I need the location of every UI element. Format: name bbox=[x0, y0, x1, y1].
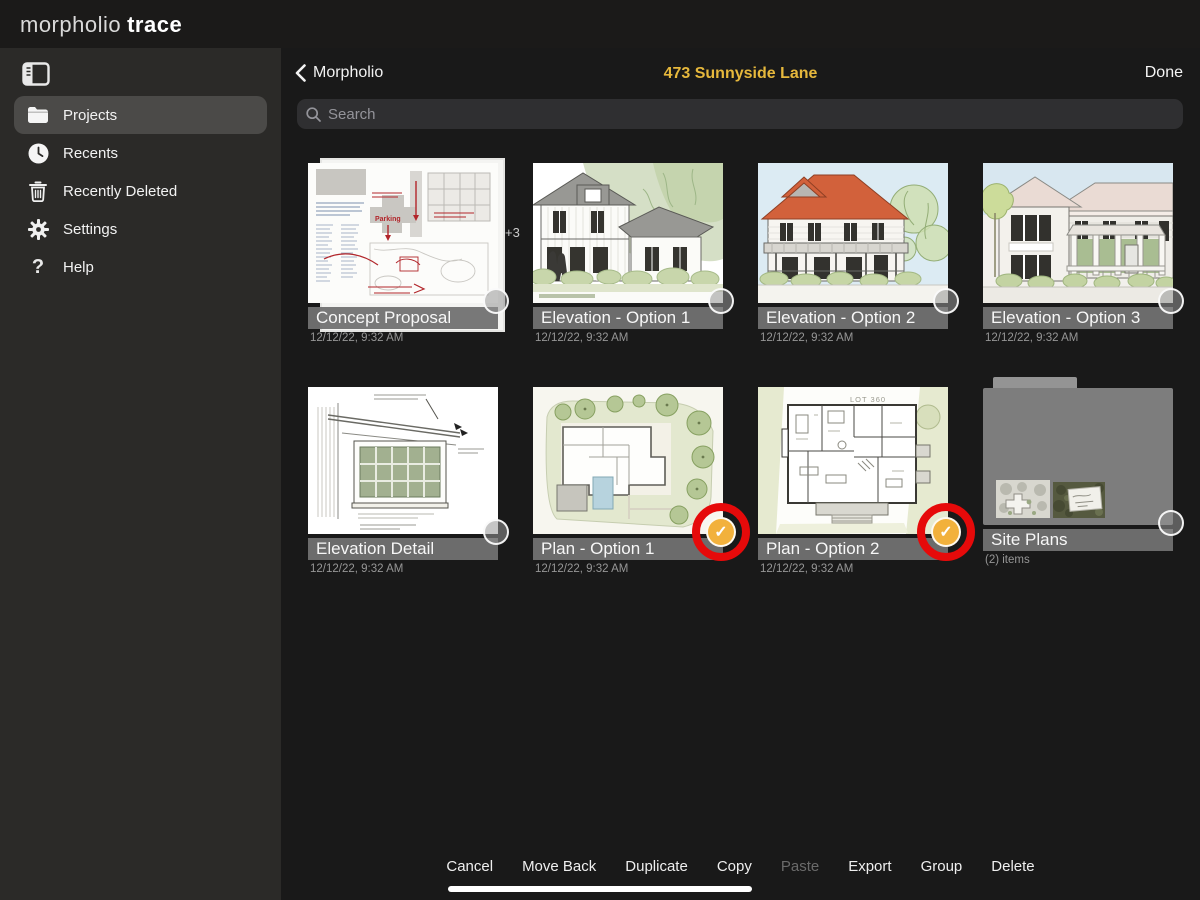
app-logo: morpholio trace bbox=[20, 12, 182, 38]
selection-circle[interactable] bbox=[708, 288, 734, 314]
sidebar-item-settings[interactable]: Settings bbox=[14, 210, 267, 248]
sidebar-item-label: Help bbox=[63, 258, 94, 276]
group-button[interactable]: Group bbox=[921, 858, 963, 875]
search-input[interactable] bbox=[328, 105, 1174, 123]
selection-circle[interactable] bbox=[483, 288, 509, 314]
paste-button[interactable]: Paste bbox=[781, 858, 819, 875]
project-title: Concept Proposal bbox=[308, 307, 498, 329]
project-card-elevation-option-2: Elevation - Option 2 12/12/22, 9:32 AM bbox=[758, 163, 959, 344]
project-card-plan-option-1: ✓ Plan - Option 1 12/12/22, 9:32 AM bbox=[533, 387, 750, 575]
sidebar-item-label: Recents bbox=[63, 144, 119, 162]
project-thumbnail[interactable] bbox=[758, 163, 959, 314]
project-title: Elevation - Option 3 bbox=[983, 307, 1173, 329]
brand-morpholio: morpholio bbox=[20, 12, 122, 37]
project-date: 12/12/22, 9:32 AM bbox=[985, 332, 1079, 344]
folder-thumbnail[interactable] bbox=[983, 388, 1184, 536]
done-button[interactable]: Done bbox=[1145, 64, 1183, 82]
project-card-site-plans: Site Plans (2) items bbox=[983, 377, 1184, 566]
project-title: Elevation Detail bbox=[308, 538, 498, 560]
home-indicator[interactable] bbox=[448, 886, 752, 892]
search-icon bbox=[306, 106, 321, 122]
export-button[interactable]: Export bbox=[848, 858, 891, 875]
project-thumbnail[interactable]: ✓ bbox=[533, 387, 750, 561]
duplicate-button[interactable]: Duplicate bbox=[625, 858, 688, 875]
sidebar-item-projects[interactable]: Projects bbox=[14, 96, 267, 134]
sidebar-item-recently-deleted[interactable]: Recently Deleted bbox=[14, 172, 267, 210]
project-thumbnail[interactable] bbox=[308, 387, 509, 545]
project-date: 12/12/22, 9:32 AM bbox=[535, 563, 629, 575]
project-card-elevation-option-1: Elevation - Option 1 12/12/22, 9:32 AM bbox=[533, 163, 734, 344]
sidebar-item-recents[interactable]: Recents bbox=[14, 134, 267, 172]
search-bar bbox=[297, 99, 1183, 129]
brand-trace: trace bbox=[127, 12, 183, 37]
folder-tab bbox=[993, 377, 1077, 388]
project-title: Elevation - Option 1 bbox=[533, 307, 723, 329]
stack-count-badge: +3 bbox=[505, 225, 520, 240]
project-title: Plan - Option 1 bbox=[533, 538, 723, 560]
project-title: Plan - Option 2 bbox=[758, 538, 948, 560]
sidebar: Projects Recents Recently Deleted Settin… bbox=[0, 48, 281, 900]
app-window: morpholio trace Projects Recents Recentl… bbox=[0, 0, 1200, 900]
project-date: 12/12/22, 9:32 AM bbox=[310, 563, 404, 575]
project-thumbnail[interactable]: LOT 360 ✓ bbox=[758, 387, 975, 561]
page-title: 473 Sunnyside Lane bbox=[663, 65, 818, 82]
app-titlebar: morpholio trace bbox=[0, 0, 1200, 48]
project-card-elevation-option-3: Elevation - Option 3 12/12/22, 9:32 AM bbox=[983, 163, 1184, 344]
folder-item-preview bbox=[1053, 482, 1105, 518]
project-thumbnail[interactable] bbox=[983, 163, 1184, 314]
svg-text:Parking: Parking bbox=[375, 216, 401, 223]
trash-icon bbox=[27, 180, 49, 202]
svg-text:LOT 360: LOT 360 bbox=[850, 395, 886, 404]
project-date: 12/12/22, 9:32 AM bbox=[760, 332, 854, 344]
selection-circle[interactable] bbox=[933, 288, 959, 314]
selection-circle[interactable] bbox=[1158, 510, 1184, 536]
project-thumbnail[interactable] bbox=[533, 163, 734, 314]
project-title: Site Plans bbox=[983, 529, 1173, 551]
sidebar-item-label: Projects bbox=[63, 106, 118, 124]
project-date: 12/12/22, 9:32 AM bbox=[535, 332, 629, 344]
sidebar-item-label: Settings bbox=[63, 220, 118, 238]
sidebar-item-help[interactable]: ? Help bbox=[14, 248, 267, 286]
project-header: Morpholio 473 Sunnyside Lane Done bbox=[281, 48, 1200, 98]
folder-item-count: (2) items bbox=[985, 554, 1030, 566]
copy-button[interactable]: Copy bbox=[717, 858, 752, 875]
project-card-plan-option-2: LOT 360 ✓ Plan - Option 2 12/12/22, 9:32… bbox=[758, 387, 975, 575]
selection-check-icon[interactable]: ✓ bbox=[931, 517, 961, 547]
edit-actions-toolbar: Cancel Move Back Duplicate Copy Paste Ex… bbox=[281, 852, 1200, 880]
selection-check-icon[interactable]: ✓ bbox=[706, 517, 736, 547]
project-card-concept-proposal: Parking +3 Concept Proposal 12/12/22, 9:… bbox=[308, 158, 520, 344]
folder-icon bbox=[27, 104, 49, 126]
delete-button[interactable]: Delete bbox=[991, 858, 1034, 875]
selection-circle[interactable] bbox=[1158, 288, 1184, 314]
cancel-button[interactable]: Cancel bbox=[446, 858, 493, 875]
project-title: Elevation - Option 2 bbox=[758, 307, 948, 329]
sidebar-toggle-icon[interactable] bbox=[22, 62, 50, 86]
folder-item-preview bbox=[996, 480, 1050, 518]
clock-icon bbox=[27, 142, 49, 164]
move-back-button[interactable]: Move Back bbox=[522, 858, 596, 875]
project-card-elevation-detail: Elevation Detail 12/12/22, 9:32 AM bbox=[308, 387, 509, 575]
sidebar-menu: Projects Recents Recently Deleted Settin… bbox=[0, 96, 281, 286]
project-date: 12/12/22, 9:32 AM bbox=[760, 563, 854, 575]
question-icon: ? bbox=[31, 255, 45, 278]
project-date: 12/12/22, 9:32 AM bbox=[310, 332, 404, 344]
gear-icon bbox=[27, 218, 49, 240]
selection-circle[interactable] bbox=[483, 519, 509, 545]
project-thumbnail[interactable]: Parking bbox=[308, 163, 509, 314]
sidebar-item-label: Recently Deleted bbox=[63, 182, 178, 200]
